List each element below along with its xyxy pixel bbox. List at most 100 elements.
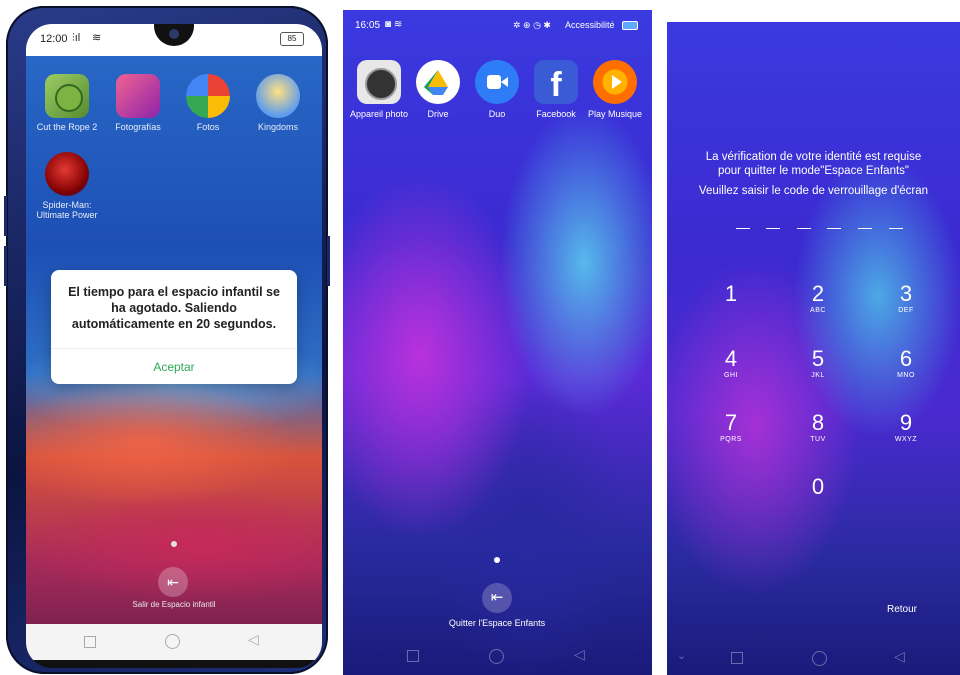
key-letters: JKL xyxy=(811,372,825,379)
key-letters: ABC xyxy=(810,307,826,314)
prompt-line: pour quitter le mode"Espace Enfants" xyxy=(718,165,909,177)
key-digit: 9 xyxy=(899,410,913,435)
recents-button-icon[interactable] xyxy=(407,650,419,662)
key-digit: 4 xyxy=(724,346,738,371)
status-time: 16:05 xyxy=(355,20,381,31)
keypad-key-5[interactable]: 5 JKL xyxy=(788,347,848,380)
exit-kids-space-icon[interactable]: ⇤ xyxy=(482,583,512,613)
recents-button-icon[interactable] xyxy=(84,636,96,648)
kids-space-home-screen: 12:00 ⫶ıl ≋ 85 Cut the Rope 2 Fotografía… xyxy=(26,24,322,660)
wifi-icon: ≋ xyxy=(92,32,102,44)
google-photos-icon xyxy=(186,74,230,118)
app-label: Cut the Rope 2 xyxy=(36,122,98,132)
home-button-icon[interactable] xyxy=(489,649,504,664)
app-facebook[interactable]: f Facebook xyxy=(534,60,578,119)
cut-the-rope-2-icon xyxy=(45,74,89,118)
key-digit: 1 xyxy=(724,281,738,306)
exit-kids-space-icon[interactable]: ⇤ xyxy=(158,567,188,597)
dialog-message: El tiempo para el espacio infantil se ha… xyxy=(68,285,280,331)
pin-slot xyxy=(797,228,811,229)
app-fotografias[interactable]: Fotografías xyxy=(115,74,161,132)
navigation-bar: ◁ xyxy=(26,624,322,660)
spiderman-icon xyxy=(45,152,89,196)
keypad-key-1[interactable]: 1 xyxy=(701,282,761,306)
key-letters: PQRS xyxy=(720,436,742,443)
app-label: Kingdoms xyxy=(257,122,299,132)
pin-slot xyxy=(766,228,780,229)
key-letters: TUV xyxy=(810,436,826,443)
accept-button[interactable]: Aceptar xyxy=(51,348,297,385)
app-label: Drive xyxy=(427,109,449,119)
pin-slot xyxy=(858,228,872,229)
play-music-icon xyxy=(593,60,637,104)
accessibility-label: Accessibilité xyxy=(565,20,615,30)
key-letters: DEF xyxy=(898,307,914,314)
facebook-icon: f xyxy=(534,60,578,104)
home-button-icon[interactable] xyxy=(812,651,827,666)
key-digit: 6 xyxy=(899,346,913,371)
exit-kids-space-label[interactable]: Quitter l'Espace Enfants xyxy=(397,618,597,628)
photos-gallery-icon xyxy=(116,74,160,118)
phone-frame: 12:00 ⫶ıl ≋ 85 Cut the Rope 2 Fotografía… xyxy=(4,6,330,674)
app-drive[interactable]: Drive xyxy=(416,60,460,119)
key-letters: MNO xyxy=(897,372,915,379)
pin-slot xyxy=(827,228,841,229)
home-button-icon[interactable] xyxy=(165,634,180,649)
keypad-key-7[interactable]: 7 PQRS xyxy=(701,411,761,444)
keypad-key-2[interactable]: 2 ABC xyxy=(788,282,848,315)
back-button-icon[interactable]: ◁ xyxy=(894,648,905,665)
camera-icon xyxy=(357,60,401,104)
keypad-key-3[interactable]: 3 DEF xyxy=(876,282,936,315)
keypad-key-8[interactable]: 8 TUV xyxy=(788,411,848,444)
app-label: Fotos xyxy=(196,122,220,132)
signal-icon: ⫶ıl xyxy=(72,32,81,44)
app-fotos[interactable]: Fotos xyxy=(186,74,230,132)
status-time: 12:00 xyxy=(40,33,68,45)
keypad-key-6[interactable]: 6 MNO xyxy=(876,347,936,380)
exit-kids-space-label[interactable]: Salir de Espacio infantil xyxy=(74,600,274,609)
phone-chin xyxy=(26,660,322,668)
volume-button xyxy=(4,246,7,286)
recents-button-icon[interactable] xyxy=(731,652,743,664)
duo-icon xyxy=(475,60,519,104)
front-camera-icon xyxy=(169,29,179,39)
keypad-key-0[interactable]: 0 xyxy=(788,475,848,499)
status-bar: 16:05 ◙ ≋ ✲ ⊕ ◷ ✱ Accessibilité xyxy=(343,10,652,38)
phone-screen-bezel: 12:00 ⫶ıl ≋ 85 Cut the Rope 2 Fotografía… xyxy=(26,24,322,668)
key-digit: 3 xyxy=(899,281,913,306)
app-label: Play Musique xyxy=(587,109,643,119)
back-button-icon[interactable]: ◁ xyxy=(574,646,585,663)
back-button-icon[interactable]: ◁ xyxy=(248,631,259,648)
app-appareil-photo[interactable]: Appareil photo xyxy=(350,60,408,119)
kingdoms-icon xyxy=(256,74,300,118)
battery-icon: 85 xyxy=(280,32,304,46)
page-indicator-dot xyxy=(494,557,500,563)
pin-slot xyxy=(736,228,750,229)
app-cut-the-rope-2[interactable]: Cut the Rope 2 xyxy=(37,74,97,132)
key-letters: GHI xyxy=(724,372,738,379)
google-drive-icon xyxy=(416,60,460,104)
page-indicator-dot xyxy=(171,541,177,547)
kids-space-home-screen-fr: 16:05 ◙ ≋ ✲ ⊕ ◷ ✱ Accessibilité Appareil… xyxy=(343,10,652,675)
key-digit: 5 xyxy=(811,346,825,371)
volume-button xyxy=(4,196,7,236)
app-spiderman[interactable]: Spider-Man: Ultimate Power xyxy=(36,152,98,220)
camera-notification-icon: ◙ ≋ xyxy=(385,19,403,30)
app-label: Appareil photo xyxy=(349,109,409,119)
chevron-down-icon[interactable]: ⌄ xyxy=(677,649,686,662)
battery-icon xyxy=(622,21,638,30)
exit-verification-screen: La vérification de votre identité est re… xyxy=(667,22,960,675)
app-label: Facebook xyxy=(536,109,576,119)
app-play-musique[interactable]: Play Musique xyxy=(588,60,642,119)
status-icons: ✲ ⊕ ◷ ✱ xyxy=(513,20,551,30)
keypad-key-4[interactable]: 4 GHI xyxy=(701,347,761,380)
power-button xyxy=(327,236,330,286)
back-button[interactable]: Retour xyxy=(877,604,927,615)
prompt-line: Veuillez saisir le code de verrouillage … xyxy=(698,185,929,197)
app-label: Duo xyxy=(488,109,506,119)
keypad-key-9[interactable]: 9 WXYZ xyxy=(876,411,936,444)
verification-prompt: La vérification de votre identité est re… xyxy=(667,150,960,198)
app-kingdoms[interactable]: Kingdoms xyxy=(256,74,300,132)
app-duo[interactable]: Duo xyxy=(475,60,519,119)
timeout-dialog: El tiempo para el espacio infantil se ha… xyxy=(51,270,297,384)
